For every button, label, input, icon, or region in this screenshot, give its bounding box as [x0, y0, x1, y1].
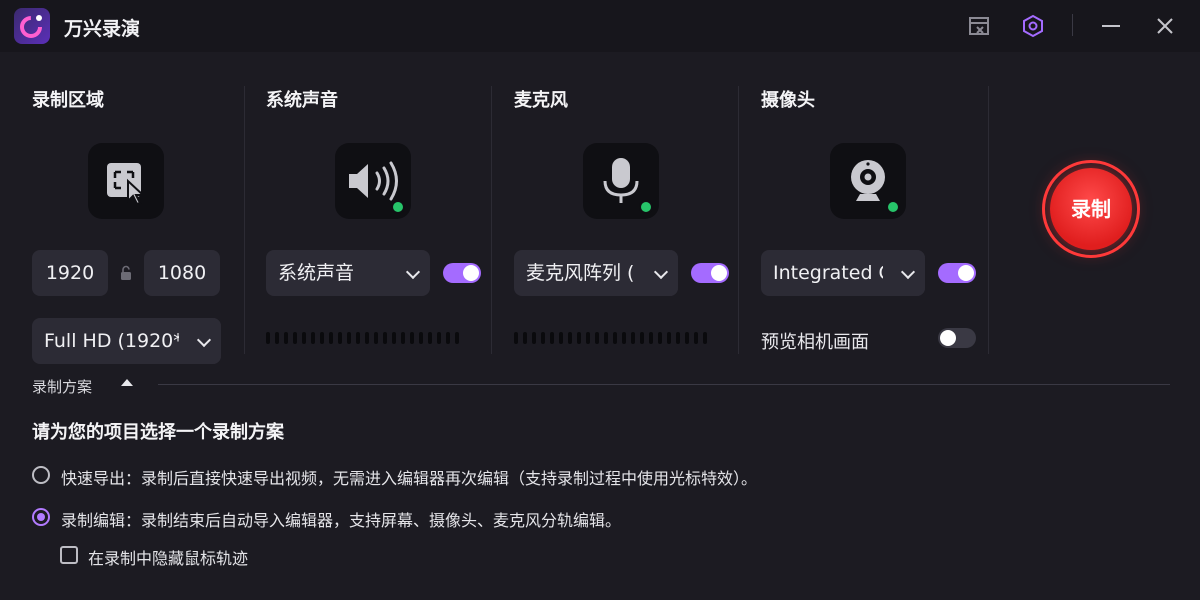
- system-audio-button[interactable]: [335, 143, 411, 219]
- titlebar-divider: [1072, 14, 1073, 36]
- height-input[interactable]: 1080: [144, 250, 220, 296]
- area-section-title: 录制区域: [32, 90, 104, 111]
- mic-level-meter: [514, 332, 707, 344]
- minimize-icon[interactable]: [1098, 13, 1124, 39]
- quick-export-radio[interactable]: [32, 466, 50, 484]
- width-input[interactable]: 1920: [32, 250, 108, 296]
- status-ok-icon: [639, 200, 653, 214]
- mic-section-title: 麦克风: [514, 90, 568, 111]
- mic-button[interactable]: [583, 143, 659, 219]
- close-icon[interactable]: [1152, 13, 1178, 39]
- system-audio-value: 系统声音: [278, 262, 355, 284]
- app-title: 万兴录演: [64, 18, 141, 40]
- record-edit-radio[interactable]: [32, 508, 50, 526]
- hide-cursor-label[interactable]: 在录制中隐藏鼠标轨迹: [88, 545, 248, 569]
- quick-export-label[interactable]: 快速导出：录制后直接快速导出视频，无需进入编辑器再次编辑（支持录制过程中使用光标…: [61, 465, 757, 489]
- scheme-heading: 请为您的项目选择一个录制方案: [32, 422, 284, 443]
- record-edit-label[interactable]: 录制编辑：录制结束后自动导入编辑器，支持屏幕、摄像头、麦克风分轨编辑。: [61, 507, 621, 531]
- scheme-divider: [158, 384, 1170, 385]
- resolution-preset-value: Full HD (1920*1: [44, 330, 181, 352]
- section-divider: [244, 86, 245, 354]
- area-select-icon: [107, 163, 146, 206]
- chevron-down-icon: [405, 264, 421, 280]
- caret-up-icon[interactable]: [121, 379, 133, 386]
- camera-section-title: 摄像头: [761, 90, 815, 111]
- camera-preview-label: 预览相机画面: [761, 332, 869, 353]
- system-audio-select[interactable]: 系统声音: [266, 250, 430, 296]
- hide-cursor-checkbox[interactable]: [60, 546, 78, 564]
- section-divider: [738, 86, 739, 354]
- section-divider: [491, 86, 492, 354]
- lock-icon[interactable]: [119, 265, 133, 281]
- system-audio-level-meter: [266, 332, 459, 344]
- camera-button[interactable]: [830, 143, 906, 219]
- resolution-preset-select[interactable]: Full HD (1920*1: [32, 318, 221, 364]
- record-button[interactable]: 录制: [1050, 168, 1132, 250]
- mic-value: 麦克风阵列 (I: [526, 262, 638, 284]
- section-divider: [988, 86, 989, 354]
- mic-toggle[interactable]: [691, 263, 729, 283]
- status-ok-icon: [391, 200, 405, 214]
- system-audio-section-title: 系统声音: [266, 90, 338, 111]
- screenshot-frame-icon[interactable]: [966, 13, 992, 39]
- scheme-collapse-label[interactable]: 录制方案: [32, 376, 92, 397]
- app-logo-icon: [14, 8, 50, 44]
- hexagon-settings-icon[interactable]: [1020, 13, 1046, 39]
- title-bar: 万兴录演: [0, 0, 1200, 52]
- camera-value: Integrated C: [773, 262, 885, 284]
- mic-select[interactable]: 麦克风阵列 (I: [514, 250, 678, 296]
- camera-toggle[interactable]: [938, 263, 976, 283]
- area-select-button[interactable]: [88, 143, 164, 219]
- camera-preview-toggle[interactable]: [938, 328, 976, 348]
- status-ok-icon: [886, 200, 900, 214]
- camera-select[interactable]: Integrated C: [761, 250, 925, 296]
- system-audio-toggle[interactable]: [443, 263, 481, 283]
